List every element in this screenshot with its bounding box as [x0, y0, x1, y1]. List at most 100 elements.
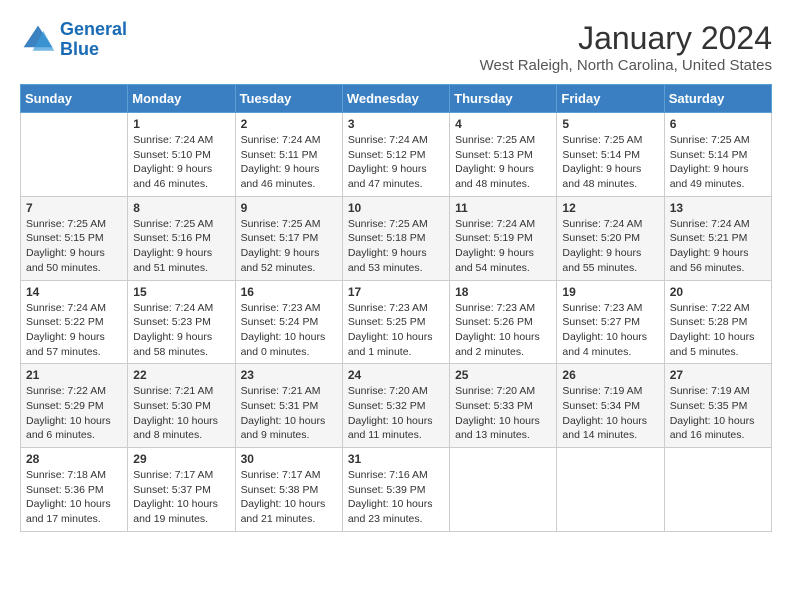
day-number: 27: [670, 368, 766, 382]
day-info: Sunrise: 7:25 AM Sunset: 5:18 PM Dayligh…: [348, 217, 444, 276]
daylight-text: Daylight: 10 hours and 0 minutes.: [241, 331, 326, 358]
daylight-text: Daylight: 9 hours and 53 minutes.: [348, 247, 427, 274]
sunset-text: Sunset: 5:33 PM: [455, 400, 533, 412]
sunset-text: Sunset: 5:15 PM: [26, 232, 104, 244]
daylight-text: Daylight: 9 hours and 54 minutes.: [455, 247, 534, 274]
day-cell: 2 Sunrise: 7:24 AM Sunset: 5:11 PM Dayli…: [235, 113, 342, 197]
sunrise-text: Sunrise: 7:25 AM: [348, 218, 428, 230]
daylight-text: Daylight: 10 hours and 2 minutes.: [455, 331, 540, 358]
week-row-4: 21 Sunrise: 7:22 AM Sunset: 5:29 PM Dayl…: [21, 364, 772, 448]
day-cell: [664, 448, 771, 532]
daylight-text: Daylight: 10 hours and 17 minutes.: [26, 498, 111, 525]
day-number: 12: [562, 201, 658, 215]
page-subtitle: West Raleigh, North Carolina, United Sta…: [480, 57, 772, 74]
daylight-text: Daylight: 9 hours and 46 minutes.: [133, 163, 212, 190]
sunset-text: Sunset: 5:31 PM: [241, 400, 319, 412]
day-info: Sunrise: 7:19 AM Sunset: 5:35 PM Dayligh…: [670, 384, 766, 443]
daylight-text: Daylight: 10 hours and 6 minutes.: [26, 415, 111, 442]
calendar-table: Sunday Monday Tuesday Wednesday Thursday…: [20, 84, 772, 532]
day-cell: 27 Sunrise: 7:19 AM Sunset: 5:35 PM Dayl…: [664, 364, 771, 448]
day-cell: [21, 113, 128, 197]
sunrise-text: Sunrise: 7:25 AM: [241, 218, 321, 230]
sunset-text: Sunset: 5:24 PM: [241, 316, 319, 328]
day-info: Sunrise: 7:24 AM Sunset: 5:19 PM Dayligh…: [455, 217, 551, 276]
day-info: Sunrise: 7:25 AM Sunset: 5:15 PM Dayligh…: [26, 217, 122, 276]
sunset-text: Sunset: 5:36 PM: [26, 484, 104, 496]
daylight-text: Daylight: 9 hours and 48 minutes.: [562, 163, 641, 190]
col-wednesday: Wednesday: [342, 85, 449, 113]
sunrise-text: Sunrise: 7:17 AM: [133, 469, 213, 481]
day-info: Sunrise: 7:24 AM Sunset: 5:10 PM Dayligh…: [133, 133, 229, 192]
day-number: 17: [348, 285, 444, 299]
day-cell: 6 Sunrise: 7:25 AM Sunset: 5:14 PM Dayli…: [664, 113, 771, 197]
logo-general: General: [60, 19, 127, 39]
daylight-text: Daylight: 9 hours and 50 minutes.: [26, 247, 105, 274]
sunrise-text: Sunrise: 7:24 AM: [562, 218, 642, 230]
day-info: Sunrise: 7:23 AM Sunset: 5:27 PM Dayligh…: [562, 301, 658, 360]
sunrise-text: Sunrise: 7:20 AM: [348, 385, 428, 397]
sunrise-text: Sunrise: 7:25 AM: [455, 134, 535, 146]
day-info: Sunrise: 7:25 AM Sunset: 5:14 PM Dayligh…: [562, 133, 658, 192]
sunset-text: Sunset: 5:30 PM: [133, 400, 211, 412]
sunset-text: Sunset: 5:26 PM: [455, 316, 533, 328]
daylight-text: Daylight: 10 hours and 4 minutes.: [562, 331, 647, 358]
day-number: 8: [133, 201, 229, 215]
day-cell: 17 Sunrise: 7:23 AM Sunset: 5:25 PM Dayl…: [342, 280, 449, 364]
daylight-text: Daylight: 9 hours and 48 minutes.: [455, 163, 534, 190]
day-cell: 5 Sunrise: 7:25 AM Sunset: 5:14 PM Dayli…: [557, 113, 664, 197]
daylight-text: Daylight: 10 hours and 8 minutes.: [133, 415, 218, 442]
col-saturday: Saturday: [664, 85, 771, 113]
day-info: Sunrise: 7:23 AM Sunset: 5:25 PM Dayligh…: [348, 301, 444, 360]
sunset-text: Sunset: 5:22 PM: [26, 316, 104, 328]
day-number: 26: [562, 368, 658, 382]
daylight-text: Daylight: 9 hours and 47 minutes.: [348, 163, 427, 190]
day-cell: 31 Sunrise: 7:16 AM Sunset: 5:39 PM Dayl…: [342, 448, 449, 532]
day-number: 4: [455, 117, 551, 131]
week-row-3: 14 Sunrise: 7:24 AM Sunset: 5:22 PM Dayl…: [21, 280, 772, 364]
day-cell: 24 Sunrise: 7:20 AM Sunset: 5:32 PM Dayl…: [342, 364, 449, 448]
day-cell: 13 Sunrise: 7:24 AM Sunset: 5:21 PM Dayl…: [664, 196, 771, 280]
sunset-text: Sunset: 5:12 PM: [348, 149, 426, 161]
day-info: Sunrise: 7:24 AM Sunset: 5:20 PM Dayligh…: [562, 217, 658, 276]
sunset-text: Sunset: 5:37 PM: [133, 484, 211, 496]
daylight-text: Daylight: 9 hours and 58 minutes.: [133, 331, 212, 358]
logo: General Blue: [20, 20, 127, 60]
sunrise-text: Sunrise: 7:25 AM: [26, 218, 106, 230]
day-cell: 4 Sunrise: 7:25 AM Sunset: 5:13 PM Dayli…: [450, 113, 557, 197]
daylight-text: Daylight: 10 hours and 11 minutes.: [348, 415, 433, 442]
day-cell: 21 Sunrise: 7:22 AM Sunset: 5:29 PM Dayl…: [21, 364, 128, 448]
daylight-text: Daylight: 9 hours and 52 minutes.: [241, 247, 320, 274]
day-info: Sunrise: 7:23 AM Sunset: 5:24 PM Dayligh…: [241, 301, 337, 360]
day-cell: 11 Sunrise: 7:24 AM Sunset: 5:19 PM Dayl…: [450, 196, 557, 280]
day-number: 16: [241, 285, 337, 299]
day-info: Sunrise: 7:25 AM Sunset: 5:13 PM Dayligh…: [455, 133, 551, 192]
week-row-1: 1 Sunrise: 7:24 AM Sunset: 5:10 PM Dayli…: [21, 113, 772, 197]
daylight-text: Daylight: 9 hours and 51 minutes.: [133, 247, 212, 274]
daylight-text: Daylight: 9 hours and 57 minutes.: [26, 331, 105, 358]
day-cell: 25 Sunrise: 7:20 AM Sunset: 5:33 PM Dayl…: [450, 364, 557, 448]
day-number: 19: [562, 285, 658, 299]
sunset-text: Sunset: 5:29 PM: [26, 400, 104, 412]
sunrise-text: Sunrise: 7:22 AM: [26, 385, 106, 397]
sunset-text: Sunset: 5:18 PM: [348, 232, 426, 244]
sunrise-text: Sunrise: 7:16 AM: [348, 469, 428, 481]
sunset-text: Sunset: 5:28 PM: [670, 316, 748, 328]
week-row-5: 28 Sunrise: 7:18 AM Sunset: 5:36 PM Dayl…: [21, 448, 772, 532]
day-cell: 14 Sunrise: 7:24 AM Sunset: 5:22 PM Dayl…: [21, 280, 128, 364]
sunrise-text: Sunrise: 7:25 AM: [670, 134, 750, 146]
sunrise-text: Sunrise: 7:24 AM: [26, 302, 106, 314]
col-sunday: Sunday: [21, 85, 128, 113]
day-cell: [450, 448, 557, 532]
day-cell: 19 Sunrise: 7:23 AM Sunset: 5:27 PM Dayl…: [557, 280, 664, 364]
sunrise-text: Sunrise: 7:24 AM: [133, 134, 213, 146]
sunset-text: Sunset: 5:25 PM: [348, 316, 426, 328]
day-cell: 15 Sunrise: 7:24 AM Sunset: 5:23 PM Dayl…: [128, 280, 235, 364]
day-cell: 26 Sunrise: 7:19 AM Sunset: 5:34 PM Dayl…: [557, 364, 664, 448]
day-cell: [557, 448, 664, 532]
day-info: Sunrise: 7:20 AM Sunset: 5:33 PM Dayligh…: [455, 384, 551, 443]
day-number: 13: [670, 201, 766, 215]
day-number: 15: [133, 285, 229, 299]
day-number: 9: [241, 201, 337, 215]
col-monday: Monday: [128, 85, 235, 113]
day-info: Sunrise: 7:20 AM Sunset: 5:32 PM Dayligh…: [348, 384, 444, 443]
